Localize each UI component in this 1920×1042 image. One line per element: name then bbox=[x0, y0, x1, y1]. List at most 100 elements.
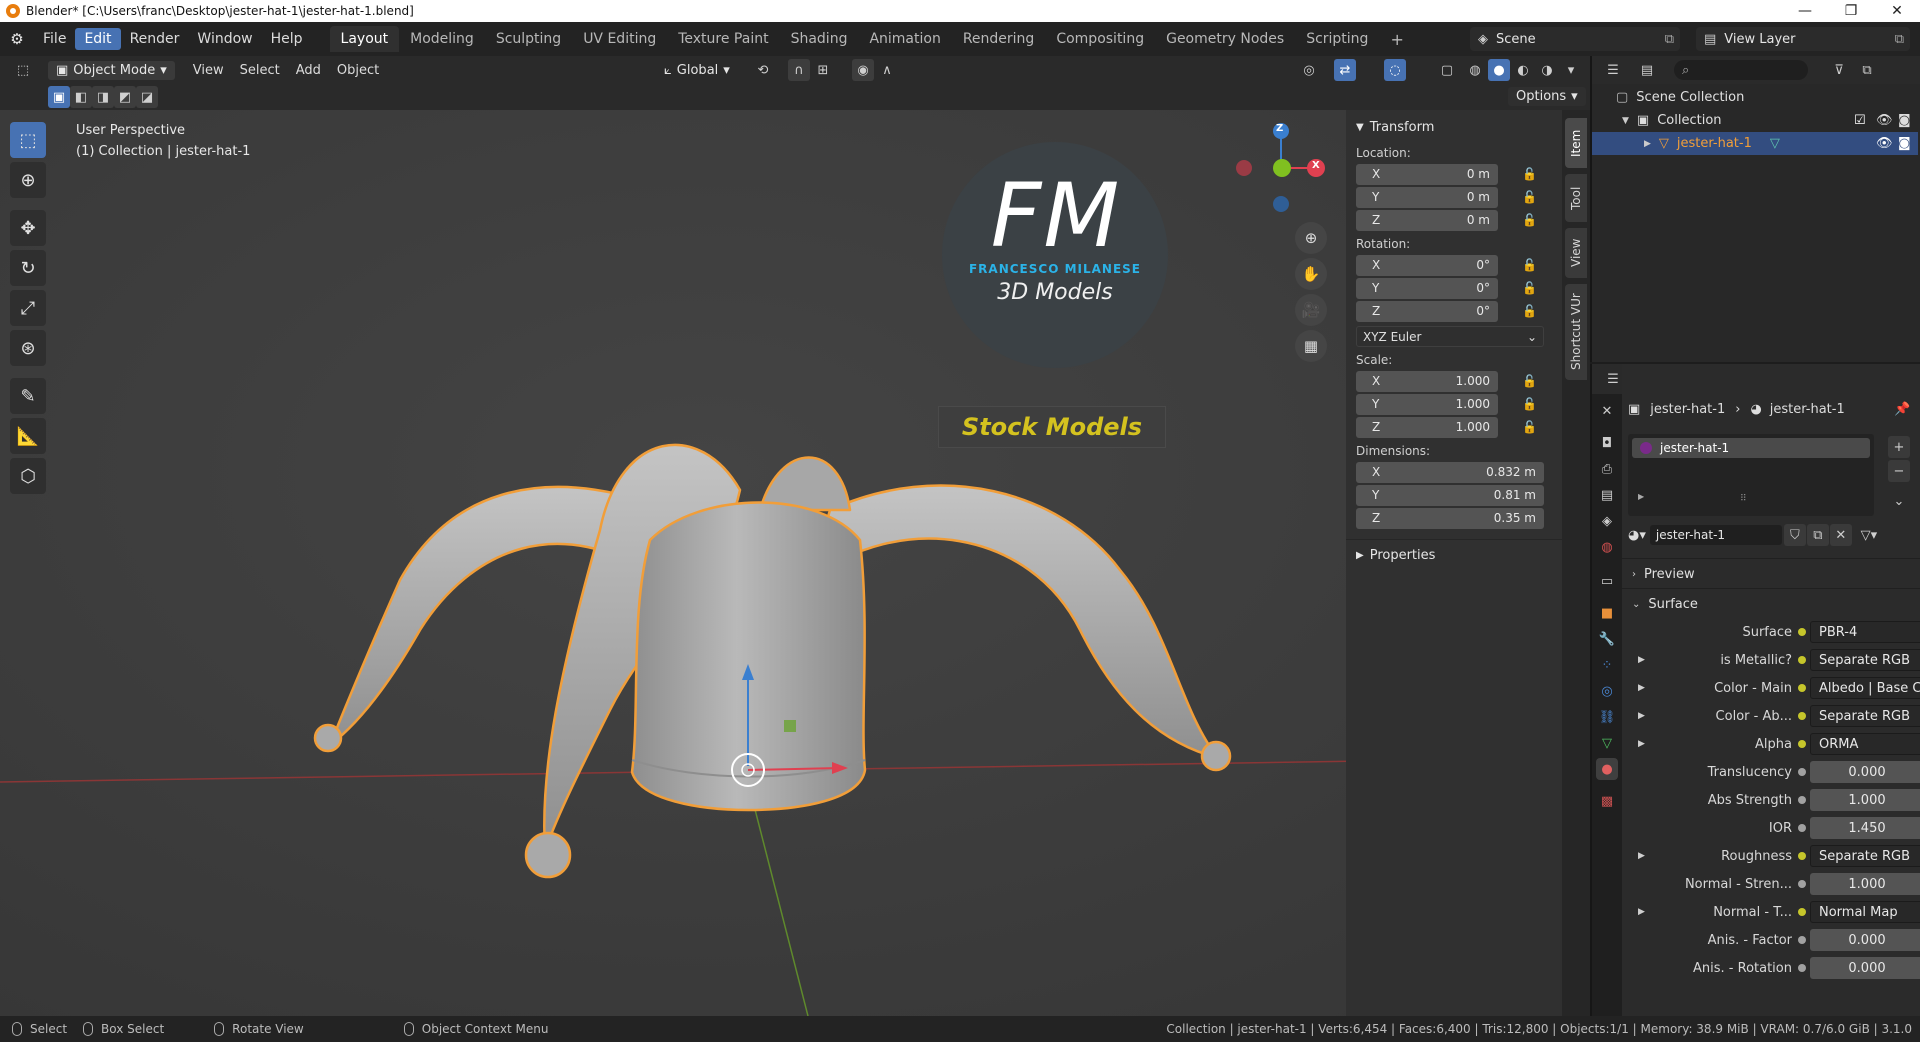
render-tab-icon[interactable]: ◘ bbox=[1596, 432, 1618, 454]
socket-icon[interactable] bbox=[1798, 796, 1806, 804]
minimize-button[interactable]: — bbox=[1782, 0, 1828, 22]
pin-icon[interactable]: 📌 bbox=[1894, 402, 1910, 417]
socket-icon[interactable] bbox=[1798, 824, 1806, 832]
expand-arrow-icon[interactable]: ▶ bbox=[1638, 711, 1645, 721]
gizmo-x-label[interactable]: X bbox=[1312, 160, 1320, 171]
location-z-field[interactable]: Z0 m bbox=[1356, 209, 1498, 231]
socket-icon[interactable] bbox=[1798, 964, 1806, 972]
tab-compositing[interactable]: Compositing bbox=[1045, 26, 1155, 52]
new-view-layer-icon[interactable]: ⧉ bbox=[1895, 32, 1904, 47]
menu-render[interactable]: Render bbox=[121, 28, 189, 50]
material-name-field[interactable]: jester-hat-1 bbox=[1649, 525, 1782, 545]
lock-icon[interactable]: 🔓 bbox=[1522, 213, 1540, 227]
tab-uv-editing[interactable]: UV Editing bbox=[572, 26, 667, 52]
dimension-y-field[interactable]: Y 0.81 m bbox=[1356, 484, 1544, 506]
socket-icon[interactable] bbox=[1798, 936, 1806, 944]
tab-geometry-nodes[interactable]: Geometry Nodes bbox=[1155, 26, 1295, 52]
expand-arrow-icon[interactable]: ▼ bbox=[1622, 116, 1629, 126]
surface-link-field[interactable]: Albedo | Base Color bbox=[1810, 677, 1920, 699]
surface-value-field[interactable]: 0.000 bbox=[1810, 957, 1920, 979]
filter-icon[interactable]: ⊽ bbox=[1828, 59, 1850, 81]
select-invert-icon[interactable]: ◩ bbox=[114, 86, 136, 108]
data-tab-icon[interactable]: ▽ bbox=[1596, 732, 1618, 754]
menu-edit[interactable]: Edit bbox=[75, 28, 121, 50]
editor-type-icon[interactable]: ⬚ bbox=[12, 59, 34, 81]
overlays-toggle-icon[interactable]: ◌ bbox=[1384, 59, 1406, 81]
select-intersect-icon[interactable]: ◪ bbox=[136, 86, 158, 108]
shading-wireframe-icon[interactable]: ◍ bbox=[1464, 59, 1486, 81]
scene-tab-icon[interactable]: ◈ bbox=[1596, 510, 1618, 532]
socket-icon[interactable] bbox=[1798, 684, 1806, 692]
rotation-y-field[interactable]: Y 0° bbox=[1356, 277, 1498, 299]
xray-toggle-icon[interactable]: ▢ bbox=[1436, 59, 1458, 81]
lock-icon[interactable]: 🔓 bbox=[1522, 420, 1540, 434]
location-x-field[interactable]: X0 m bbox=[1356, 163, 1498, 185]
resize-handle-icon[interactable]: ⠿ bbox=[1740, 494, 1747, 504]
menu-add[interactable]: Add bbox=[288, 61, 329, 80]
outliner-object-jester-hat[interactable]: ▶ ▽ jester-hat-1 ▽ 👁 ◙ bbox=[1592, 132, 1918, 155]
socket-icon[interactable] bbox=[1798, 880, 1806, 888]
expand-arrow-icon[interactable]: ▶ bbox=[1638, 683, 1645, 693]
shading-solid-icon[interactable]: ● bbox=[1488, 59, 1510, 81]
dimension-x-field[interactable]: X 0.832 m bbox=[1356, 461, 1544, 483]
tab-scripting[interactable]: Scripting bbox=[1295, 26, 1379, 52]
menu-window[interactable]: Window bbox=[188, 28, 261, 50]
3d-viewport[interactable]: Z X FM FRANCESCO MILANESE 3D Models Stoc… bbox=[0, 110, 1562, 1016]
snap-target-icon[interactable]: ⊞ bbox=[812, 59, 834, 81]
move-tool-icon[interactable]: ✥ bbox=[10, 210, 46, 246]
socket-icon[interactable] bbox=[1798, 908, 1806, 916]
shading-material-icon[interactable]: ◐ bbox=[1512, 59, 1534, 81]
lock-icon[interactable]: 🔓 bbox=[1522, 281, 1540, 295]
rotate-tool-icon[interactable]: ↻ bbox=[10, 250, 46, 286]
scale-y-field[interactable]: Y 1.000 bbox=[1356, 393, 1498, 415]
duplicate-material-icon[interactable]: ⧉ bbox=[1806, 524, 1829, 546]
socket-icon[interactable] bbox=[1798, 740, 1806, 748]
measure-tool-icon[interactable]: 📐 bbox=[10, 418, 46, 454]
sidebar-tab-item[interactable]: Item bbox=[1565, 118, 1587, 168]
menu-help[interactable]: Help bbox=[262, 28, 312, 50]
object-tab-icon[interactable]: ■ bbox=[1596, 602, 1618, 624]
surface-value-field[interactable]: 1.450 bbox=[1810, 817, 1920, 839]
close-window-button[interactable]: ✕ bbox=[1874, 0, 1920, 22]
eye-icon[interactable]: 👁 bbox=[1876, 136, 1893, 151]
output-tab-icon[interactable]: ⎙ bbox=[1596, 458, 1618, 480]
material-slot-item[interactable]: jester-hat-1 bbox=[1632, 438, 1870, 458]
visibility-icon[interactable]: ◎ bbox=[1298, 59, 1320, 81]
scale-x-field[interactable]: X 1.000 bbox=[1356, 370, 1498, 392]
expand-arrow-icon[interactable]: ▶ bbox=[1638, 655, 1645, 665]
tab-layout[interactable]: Layout bbox=[329, 26, 400, 52]
new-scene-icon[interactable]: ⧉ bbox=[1665, 32, 1674, 47]
annotate-tool-icon[interactable]: ✎ bbox=[10, 378, 46, 414]
tab-texture-paint[interactable]: Texture Paint bbox=[667, 26, 779, 52]
lock-icon[interactable]: 🔓 bbox=[1522, 374, 1540, 388]
add-cube-tool-icon[interactable]: ⬡ bbox=[10, 458, 46, 494]
chevron-down-icon[interactable]: ⌄ bbox=[1888, 490, 1910, 512]
camera-render-icon[interactable]: ◙ bbox=[1898, 113, 1911, 128]
lock-icon[interactable]: 🔓 bbox=[1522, 190, 1540, 204]
select-subtract-icon[interactable]: ◨ bbox=[92, 86, 114, 108]
expand-arrow-icon[interactable]: ▶ bbox=[1638, 492, 1644, 501]
outliner-scene-collection[interactable]: ▢ Scene Collection bbox=[1592, 86, 1918, 109]
scene-selector[interactable]: ◈ Scene ⧉ bbox=[1470, 27, 1680, 51]
socket-icon[interactable] bbox=[1798, 712, 1806, 720]
sidebar-tab-view[interactable]: View bbox=[1565, 228, 1587, 278]
pan-hand-icon[interactable]: ✋ bbox=[1295, 258, 1327, 290]
lock-icon[interactable]: 🔓 bbox=[1522, 397, 1540, 411]
texture-tab-icon[interactable]: ▩ bbox=[1596, 790, 1618, 812]
cursor-tool-icon[interactable]: ⊕ bbox=[10, 162, 46, 198]
rotation-z-field[interactable]: Z 0° bbox=[1356, 300, 1498, 322]
outliner-editor-icon[interactable]: ☰ bbox=[1602, 59, 1624, 81]
transform-panel-header[interactable]: ▼ Transform bbox=[1346, 114, 1562, 140]
expand-arrow-icon[interactable]: ▶ bbox=[1644, 139, 1651, 149]
menu-file[interactable]: File bbox=[34, 28, 75, 50]
remove-slot-icon[interactable]: − bbox=[1888, 460, 1910, 482]
surface-value-field[interactable]: 0.000 bbox=[1810, 761, 1920, 783]
tab-animation[interactable]: Animation bbox=[858, 26, 951, 52]
lock-icon[interactable]: 🔓 bbox=[1522, 258, 1540, 272]
display-mode-icon[interactable]: ▤ bbox=[1636, 59, 1658, 81]
scale-tool-icon[interactable]: ⤢ bbox=[10, 290, 46, 326]
zoom-icon[interactable]: ⊕ bbox=[1295, 222, 1327, 254]
blender-menu-icon[interactable]: ⚙ bbox=[0, 30, 34, 48]
location-y-field[interactable]: Y0 m bbox=[1356, 186, 1498, 208]
eye-icon[interactable]: 👁 bbox=[1876, 113, 1893, 128]
